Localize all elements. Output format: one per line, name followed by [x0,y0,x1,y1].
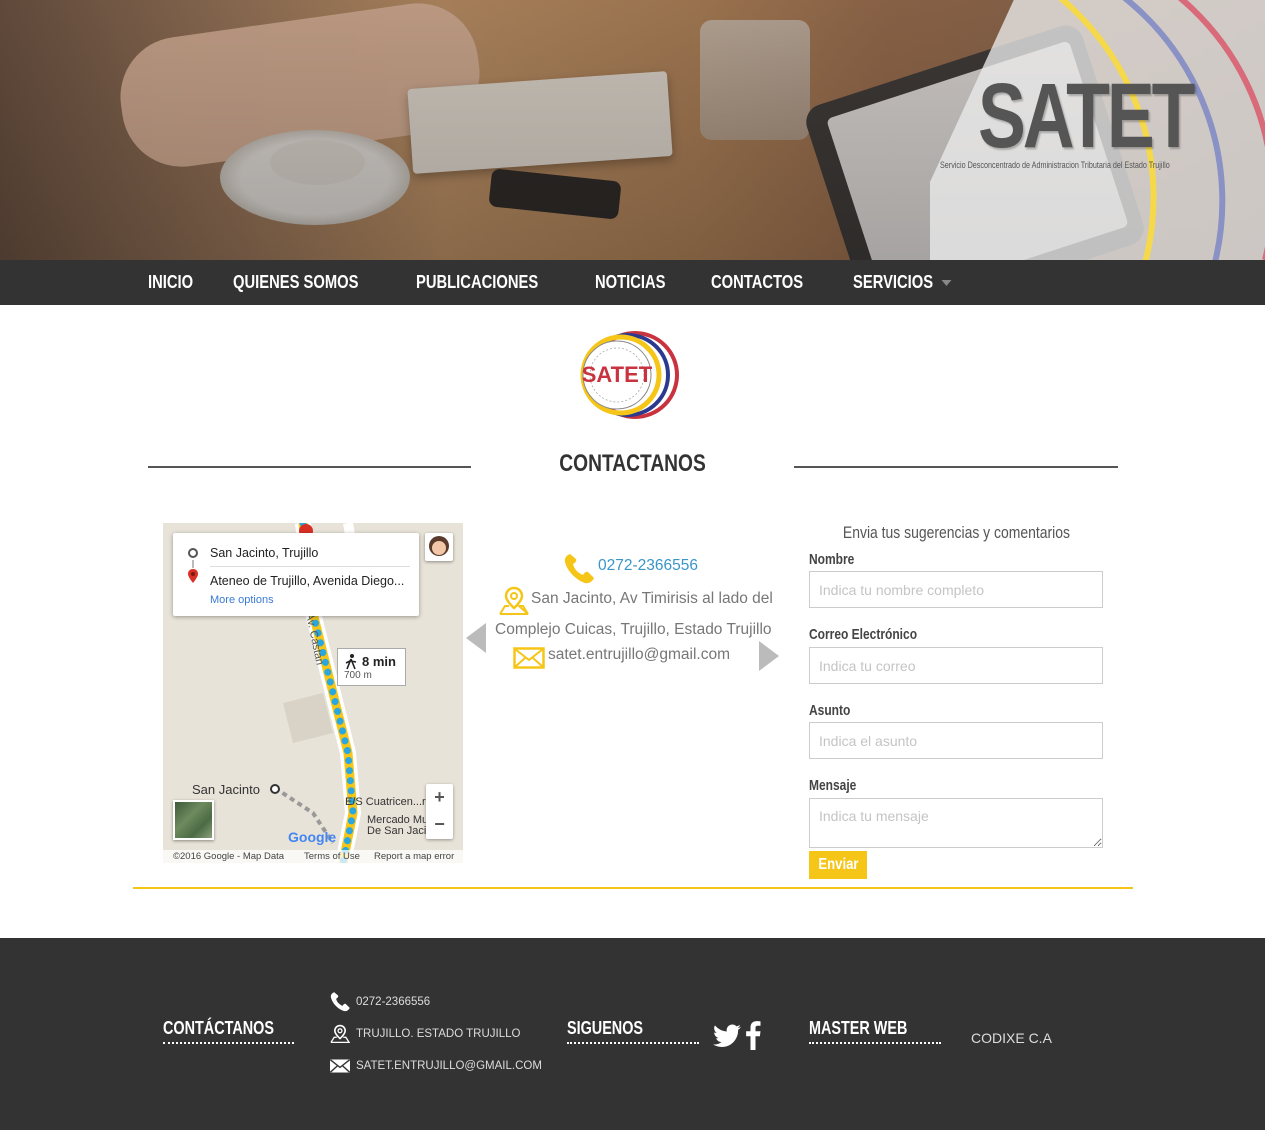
contact-address-line2: Complejo Cuicas, Trujillo, Estado Trujil… [495,621,772,638]
map-zoom-in-button[interactable]: + [426,784,453,811]
name-field[interactable] [809,571,1103,608]
map-terms-link[interactable]: Terms of Use [304,851,360,862]
section-divider [133,887,1133,889]
main-nav: INICIO QUIENES SOMOS PUBLICACIONES NOTIC… [0,260,1265,305]
nav-item-publicaciones[interactable]: PUBLICACIONES [416,260,538,305]
route-connector [192,560,194,568]
contact-phone-link[interactable]: 0272-2366556 [598,557,698,575]
walk-icon [345,654,357,670]
footer-master-heading: MASTER WEB [809,1018,908,1038]
carousel-next-arrow[interactable] [759,641,779,671]
map-directions-card: San Jacinto, Trujillo Ateneo de Trujillo… [173,533,419,616]
map-attribution-bar: ©2016 Google - Map Data Terms of Use Rep… [163,850,463,863]
phone-icon [564,554,594,584]
map-user-avatar[interactable] [425,533,453,561]
avatar-icon [429,536,449,556]
google-logo: Google [288,829,336,845]
message-label: Mensaje [809,777,857,794]
facebook-icon[interactable] [745,1020,761,1050]
nav-item-inicio[interactable]: INICIO [148,260,193,305]
twitter-icon[interactable] [713,1024,741,1048]
hero-brand-title: SATET [978,65,1195,167]
footer-follow-underline [567,1042,699,1044]
form-title: Envia tus sugerencias y comentarios [809,523,1103,543]
nav-item-noticias[interactable]: NOTICIAS [595,260,666,305]
map-zoom-control: + − [426,784,453,839]
envelope-icon [513,647,545,669]
map-walk-time: 8 min [362,654,396,669]
contact-email[interactable]: satet.entrujillo@gmail.com [548,646,730,664]
google-logo-text: Google [288,829,337,845]
footer-envelope-icon [329,1059,351,1073]
map-place-san-jacinto: San Jacinto [192,782,260,797]
satet-logo-text: SATET [582,362,653,387]
nav-item-quienes-somos[interactable]: QUIENES SOMOS [233,260,358,305]
nav-item-servicios-label: SERVICIOS [853,272,934,292]
map-place-marker-icon [270,784,280,794]
origin-circle-icon [188,548,198,558]
message-field[interactable] [809,798,1103,848]
send-button-label: Enviar [817,856,859,873]
map-zoom-out-button[interactable]: − [426,811,453,838]
map-origin: San Jacinto, Trujillo [210,546,319,560]
map-pin-icon [188,569,198,583]
carousel-prev-arrow[interactable] [466,623,486,653]
map-destination: Ateneo de Trujillo, Avenida Diego... [210,574,405,588]
footer-location-icon [330,1024,351,1044]
hero-brand-subtitle: Servicio Desconcentrado de Administracio… [940,160,1170,170]
send-button[interactable]: Enviar [809,851,867,879]
footer-master-name[interactable]: CODIXE C.A [971,1030,1052,1046]
nav-item-servicios[interactable]: SERVICIOS [853,260,952,305]
chevron-down-icon [941,280,952,287]
map-walk-duration-box: 8 min 700 m [337,648,406,686]
map-copyright: ©2016 Google - Map Data [173,851,285,862]
map-more-options-link[interactable]: More options [210,594,274,606]
name-label: Nombre [809,551,855,568]
map-location-icon [499,586,529,615]
section-title-text: CONTACTANOS [559,450,706,477]
map-report-link[interactable]: Report a map error [374,851,454,862]
footer-follow-heading: SIGUENOS [567,1018,644,1038]
footer-email: SATET.ENTRUJILLO@GMAIL.COM [356,1060,542,1072]
footer-master-underline [809,1042,941,1044]
nav-item-contactos[interactable]: CONTACTOS [711,260,803,305]
map-card-separator [210,566,410,567]
footer-contact-underline [163,1042,294,1044]
form-title-text: Envia tus sugerencias y comentarios [842,523,1070,542]
subject-label: Asunto [809,702,851,719]
map-walk-distance: 700 m [344,670,372,681]
contact-address-line1: San Jacinto, Av Timirisis al lado del [531,590,773,607]
embedded-map[interactable]: Av. Castan San Jacinto, Trujillo Ateneo … [163,523,463,863]
email-label: Correo Electrónico [809,626,918,643]
footer-phone: 0272-2366556 [356,996,431,1008]
satet-logo: SATET [580,331,679,419]
footer-phone-icon [330,992,350,1012]
footer-address: TRUJILLO. ESTADO TRUJILLO [356,1028,521,1040]
section-title: CONTACTANOS [520,450,745,478]
section-rule-left [148,466,471,468]
map-satellite-toggle[interactable] [173,800,214,840]
email-field[interactable] [809,647,1103,684]
map-place-gas-station: E/S Cuatricen...ria [345,796,435,808]
subject-field[interactable] [809,722,1103,759]
section-rule-right [794,466,1118,468]
footer-contact-heading: CONTÁCTANOS [163,1018,274,1038]
hero-banner: SATET Servicio Desconcentrado de Adminis… [0,0,1265,260]
